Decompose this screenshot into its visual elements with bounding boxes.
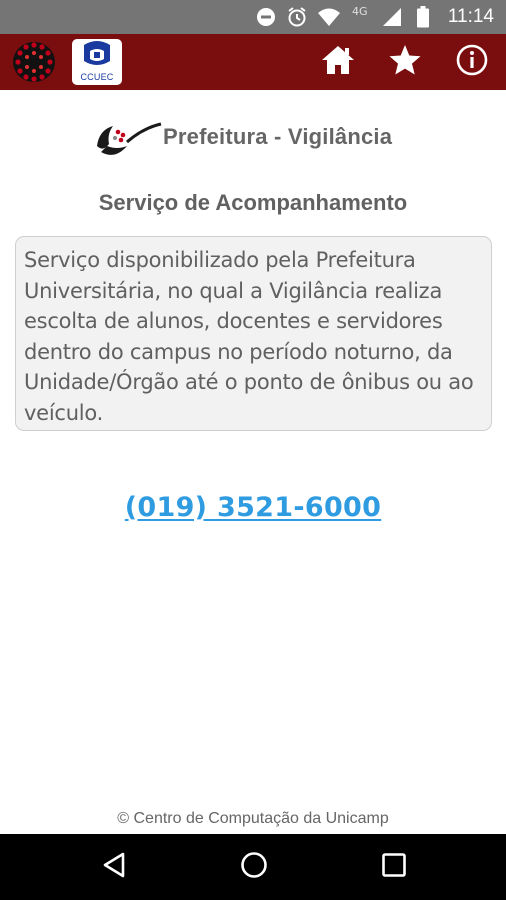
- favorites-button[interactable]: [381, 34, 429, 90]
- back-icon: [101, 851, 127, 884]
- phone-row: (019) 3521-6000: [0, 492, 506, 523]
- unicamp-logo: [11, 40, 57, 84]
- home-button[interactable]: [314, 34, 362, 90]
- phone-link[interactable]: (019) 3521-6000: [125, 492, 381, 523]
- recents-icon: [381, 852, 407, 883]
- alarm-icon: [285, 0, 309, 34]
- ccuec-logo: CCUEC: [72, 39, 122, 85]
- info-button[interactable]: [448, 34, 496, 90]
- prefeitura-logo: [93, 116, 163, 162]
- cell-signal-icon: [380, 0, 404, 34]
- wifi-icon: [316, 0, 342, 34]
- back-button[interactable]: [84, 834, 144, 900]
- do-not-disturb-icon: [255, 0, 277, 34]
- home-icon: [321, 45, 355, 80]
- battery-icon: [414, 0, 432, 34]
- navigation-bar: [0, 834, 506, 900]
- section-title: Serviço de Acompanhamento: [98, 190, 408, 215]
- home-nav-button[interactable]: [224, 834, 284, 900]
- ccuec-label: CCUEC: [80, 72, 114, 82]
- description-card: Serviço disponibilizado pela Prefeitura …: [15, 236, 492, 431]
- star-icon: [388, 44, 422, 81]
- app-bar: CCUEC: [0, 34, 506, 90]
- info-icon: [456, 44, 488, 81]
- page-header: Prefeitura - Vigilância: [0, 112, 506, 164]
- home-circle-icon: [240, 851, 268, 884]
- status-bar: 4G 11:14: [0, 0, 506, 34]
- footer-copyright: © Centro de Computação da Unicamp: [117, 810, 389, 827]
- page-title: Prefeitura - Vigilância: [163, 124, 393, 149]
- network-type: 4G: [352, 5, 368, 18]
- recents-button[interactable]: [364, 834, 424, 900]
- clock: 11:14: [447, 6, 494, 27]
- description-text: Serviço disponibilizado pela Prefeitura …: [24, 248, 474, 425]
